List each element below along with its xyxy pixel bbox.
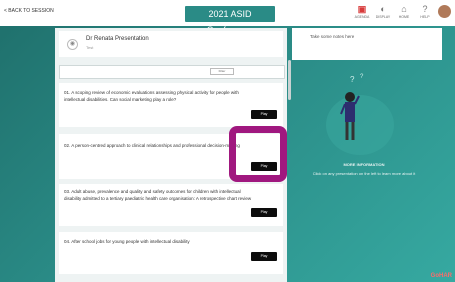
presenter-subtitle: Test [86, 45, 94, 50]
help-button[interactable]: ? HELP [417, 4, 433, 24]
display-label: DISPLAY [375, 15, 391, 19]
info-title: MORE INFORMATION [343, 162, 385, 167]
top-bar: < BACK TO SESSION 2021 ASID Conference ▣… [0, 0, 455, 35]
display-toggle-button[interactable]: ◐ DISPLAY [375, 4, 391, 24]
agenda-logo-button[interactable]: ▣ AGENDA [354, 4, 370, 24]
home-icon: ⌂ [401, 4, 407, 14]
highlight-box [229, 126, 287, 182]
top-icon-group: ▣ AGENDA ◐ DISPLAY ⌂ HOME ? HELP [354, 4, 451, 24]
question-text: 02. A person-centred approach to clinica… [64, 143, 240, 148]
play-button[interactable]: Play [251, 252, 277, 261]
conference-title: 2021 ASID Conference [185, 6, 275, 35]
info-subtitle: Click on any presentation on the left to… [312, 171, 416, 176]
list-item[interactable]: 04. After school jobs for young people w… [59, 232, 283, 274]
home-button[interactable]: ⌂ HOME [396, 4, 412, 24]
avatar[interactable] [438, 5, 451, 18]
toggle-icon: ◐ [380, 4, 386, 14]
presenter-avatar-icon: ◉ [67, 39, 78, 50]
corner-logo: GoHAR [430, 273, 452, 279]
svg-text:?: ? [360, 74, 364, 80]
filter-bar: Filter [59, 65, 285, 79]
filter-input[interactable]: Filter [210, 68, 234, 75]
svg-text:?: ? [350, 75, 355, 84]
back-link[interactable]: < BACK TO SESSION [4, 8, 54, 14]
person-illustration: ? ? [310, 70, 410, 165]
presenter-card: ◉ Dr Renata Presentation Test [59, 31, 283, 57]
scrollbar[interactable] [288, 60, 291, 100]
list-item[interactable]: 01. A scoping review of economic evaluat… [59, 83, 283, 127]
play-button[interactable]: Play [251, 110, 277, 119]
presenter-name: Dr Renata Presentation [86, 36, 149, 42]
help-label: HELP [420, 15, 430, 19]
notes-placeholder: Take some notes here [310, 34, 355, 39]
notes-box[interactable]: Take some notes here [292, 28, 442, 60]
help-icon: ? [422, 4, 428, 14]
play-button[interactable]: Play [251, 208, 277, 217]
question-text: 04. After school jobs for young people w… [64, 239, 190, 244]
question-text: 03. Adult abuse, prevalence and quality … [64, 189, 252, 201]
question-text: 01. A scoping review of economic evaluat… [64, 90, 239, 102]
agenda-label: AGENDA [354, 15, 370, 19]
home-label: HOME [398, 15, 410, 19]
agenda-logo-icon: ▣ [357, 4, 367, 14]
list-item[interactable]: 03. Adult abuse, prevalence and quality … [59, 184, 283, 226]
